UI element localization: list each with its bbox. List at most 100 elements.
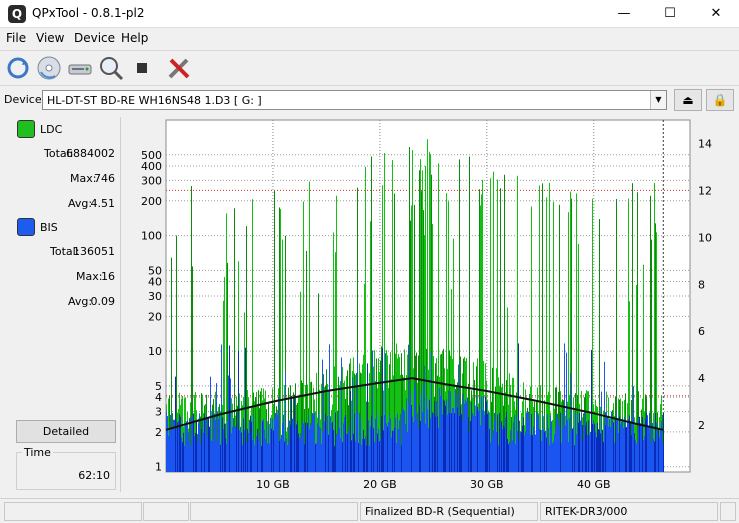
- bis-bar: [396, 442, 397, 472]
- bis-bar: [248, 432, 249, 472]
- bis-bar: [512, 440, 513, 472]
- bis-bar: [454, 413, 455, 472]
- bis-bar: [440, 396, 441, 472]
- bis-bar: [528, 411, 529, 472]
- minimize-button[interactable]: —: [601, 0, 647, 28]
- close-button[interactable]: ✕: [693, 0, 739, 28]
- bis-total-value: 136051: [73, 245, 115, 258]
- bis-bar: [200, 444, 201, 472]
- stop-icon[interactable]: [128, 54, 156, 82]
- bis-bar: [368, 420, 369, 472]
- bis-bar: [378, 428, 379, 472]
- bis-bar: [464, 403, 465, 472]
- bis-bar: [218, 419, 219, 472]
- bis-bar: [648, 425, 649, 472]
- bis-bar: [283, 414, 284, 472]
- tools-icon[interactable]: [165, 54, 193, 82]
- bis-bar: [432, 412, 433, 472]
- maximize-button[interactable]: ☐: [647, 0, 693, 28]
- menu-help[interactable]: Help: [121, 31, 148, 45]
- bis-bar: [507, 438, 508, 472]
- bis-bar: [197, 440, 198, 472]
- menu-device[interactable]: Device: [74, 31, 115, 45]
- bis-bar: [241, 432, 242, 472]
- bis-bar: [509, 441, 510, 472]
- bis-bar: [446, 399, 447, 472]
- status-segment-2: [143, 502, 189, 521]
- bis-bar: [402, 408, 403, 472]
- bis-bar: [178, 420, 179, 472]
- bis-bar: [628, 419, 629, 472]
- bis-bar: [246, 442, 247, 472]
- lock-icon: 🔒: [712, 93, 728, 107]
- bis-bar: [195, 432, 196, 472]
- ldc-bar: [252, 199, 253, 472]
- menu-file[interactable]: File: [6, 31, 26, 45]
- bis-bar: [213, 411, 214, 472]
- bis-bar: [479, 409, 480, 472]
- bis-bar: [436, 401, 437, 472]
- ldc-bar: [365, 166, 366, 472]
- scan-icon[interactable]: [97, 54, 125, 82]
- bis-bar: [459, 415, 460, 472]
- bis-bar: [495, 422, 496, 472]
- bis-bar: [349, 425, 350, 472]
- bis-bar: [427, 409, 428, 472]
- bis-bar: [166, 411, 167, 472]
- y-right-tick-label: 12: [698, 184, 712, 197]
- bis-bar: [589, 435, 590, 472]
- menu-view[interactable]: View: [36, 31, 64, 45]
- bis-bar: [340, 438, 341, 472]
- bis-bar: [536, 417, 537, 472]
- bis-bar: [273, 430, 274, 472]
- detailed-button[interactable]: Detailed: [16, 420, 116, 443]
- bis-bar: [527, 411, 528, 472]
- bis-bar: [478, 410, 479, 472]
- bis-bar: [344, 417, 345, 472]
- bis-bar: [341, 357, 342, 472]
- bis-bar: [204, 413, 205, 472]
- drive-icon[interactable]: [66, 54, 94, 82]
- chevron-down-icon[interactable]: ▼: [650, 91, 666, 109]
- device-row: Device: HL-DT-ST BD-RE WH16NS48 1.D3 [ G…: [0, 87, 739, 113]
- device-select[interactable]: HL-DT-ST BD-RE WH16NS48 1.D3 [ G: ] ▼: [42, 90, 667, 110]
- bis-bar: [323, 432, 324, 472]
- y-left-tick-label: 5: [155, 380, 162, 393]
- bis-bar: [257, 429, 258, 472]
- bis-bar: [345, 415, 346, 472]
- bis-bar: [523, 417, 524, 472]
- x-tick-label: 30 GB: [470, 478, 504, 491]
- bis-bar: [292, 418, 293, 472]
- bis-bar: [233, 418, 234, 472]
- ldc-bar: [191, 186, 192, 472]
- bis-bar: [296, 424, 297, 472]
- bis-bar: [359, 412, 360, 472]
- ldc-bar: [226, 213, 227, 472]
- bis-bar: [605, 425, 606, 472]
- bis-bar: [312, 413, 313, 472]
- disc-icon[interactable]: [35, 54, 63, 82]
- eject-button[interactable]: ⏏: [674, 89, 702, 111]
- lock-button[interactable]: 🔒: [706, 89, 734, 111]
- bis-bar: [624, 416, 625, 472]
- bis-bar: [256, 436, 257, 472]
- device-label: Device:: [4, 93, 46, 106]
- bis-bar: [388, 422, 389, 472]
- y-left-tick-label: 10: [148, 345, 162, 358]
- ldc-bar: [309, 181, 310, 472]
- bis-bar: [555, 428, 556, 472]
- bis-bar: [227, 419, 228, 472]
- refresh-icon[interactable]: [4, 54, 32, 82]
- ldc-bar: [553, 201, 554, 472]
- bis-bar: [434, 401, 435, 472]
- bis-bar: [590, 431, 591, 472]
- bis-bar: [309, 428, 310, 472]
- bis-bar: [385, 353, 386, 472]
- bis-bar: [361, 444, 362, 472]
- bis-bar: [189, 440, 190, 472]
- ldc-bar: [517, 175, 518, 473]
- bis-bar: [414, 382, 415, 472]
- ldc-color-swatch: [17, 120, 35, 138]
- bis-bar: [215, 420, 216, 472]
- bis-bar: [458, 364, 459, 472]
